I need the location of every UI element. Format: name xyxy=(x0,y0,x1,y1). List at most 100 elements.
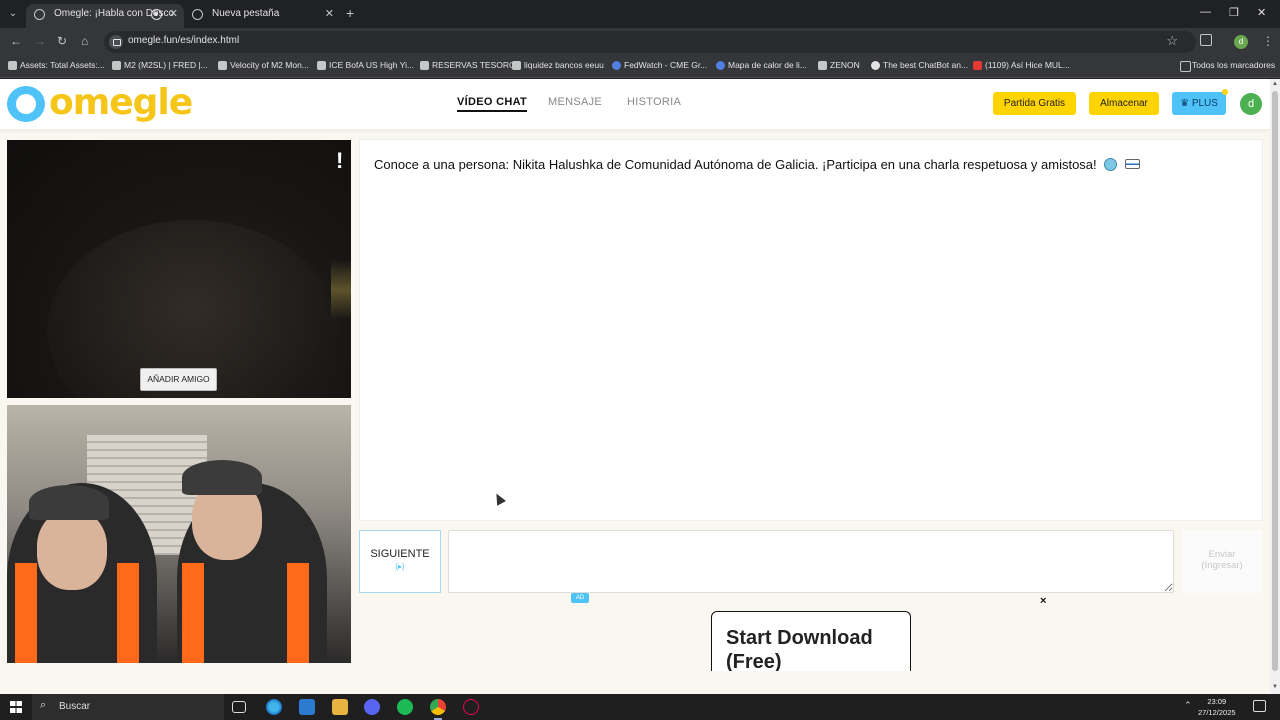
store-icon[interactable] xyxy=(299,699,315,715)
browser-menu-icon[interactable]: ⋮ xyxy=(1262,34,1274,48)
tray-chevron-icon[interactable]: ⌃ xyxy=(1184,700,1192,711)
windows-start-icon[interactable] xyxy=(10,701,22,713)
plus-label: PLUS xyxy=(1191,98,1218,109)
bookmark-item[interactable]: M2 (M2SL) | FRED |... xyxy=(112,60,208,70)
chrome-icon[interactable] xyxy=(430,699,446,720)
close-window-icon[interactable]: ✕ xyxy=(1257,6,1266,19)
remote-video: ! AÑADIR AMIGO xyxy=(7,140,351,398)
local-video xyxy=(7,405,351,663)
user-avatar[interactable]: d xyxy=(1240,93,1262,115)
next-button[interactable]: SIGUIENTE (▸) xyxy=(359,530,441,593)
scroll-up-icon[interactable]: ▲ xyxy=(1272,81,1278,87)
edge-icon[interactable] xyxy=(266,699,282,715)
bookmark-item[interactable]: ICE BofA US High Yi... xyxy=(317,60,414,70)
scroll-down-icon[interactable]: ▼ xyxy=(1272,684,1278,690)
vest-stripe xyxy=(287,563,309,663)
chat-log: Conoce a una persona: Nikita Halushka de… xyxy=(359,139,1263,521)
scroll-thumb[interactable] xyxy=(1272,91,1278,671)
bookmark-item[interactable]: FedWatch - CME Gr... xyxy=(612,60,707,70)
next-shortcut: (▸) xyxy=(395,562,405,571)
system-message-text: Conoce a una persona: Nikita Halushka de… xyxy=(374,157,1097,172)
message-input[interactable] xyxy=(448,530,1174,593)
bookmark-item[interactable]: (1109) Así Hice MUL... xyxy=(973,60,1070,70)
send-hint: (Ingresar) xyxy=(1201,560,1243,571)
bookmark-item[interactable]: liquidez bancos eeuu xyxy=(512,60,604,70)
address-bar[interactable]: omegle.fun/es/index.html ☆ xyxy=(104,31,1196,53)
globe-icon xyxy=(34,9,45,20)
bookmarks-bar: Assets: Total Assets:... M2 (M2SL) | FRE… xyxy=(0,56,1280,78)
nav-video-chat[interactable]: VÍDEO CHAT xyxy=(457,96,528,112)
cap-left xyxy=(29,485,109,520)
ad-banner[interactable]: Start Download (Free) xyxy=(711,611,911,671)
url-text: omegle.fun/es/index.html xyxy=(128,35,240,46)
task-view-icon[interactable] xyxy=(232,701,246,713)
send-button[interactable]: Enviar (Ingresar) xyxy=(1182,530,1262,593)
minimize-icon[interactable]: — xyxy=(1200,6,1211,18)
extensions-icon[interactable] xyxy=(1200,34,1212,46)
bookmark-item[interactable]: Velocity of M2 Mon... xyxy=(218,60,309,70)
ad-headline: Start Download (Free) xyxy=(726,627,873,671)
bookmark-star-icon[interactable]: ☆ xyxy=(1166,33,1178,49)
ad-close-icon[interactable]: × xyxy=(1040,595,1046,607)
restore-icon[interactable]: ❐ xyxy=(1229,6,1239,19)
logo-text: omegle xyxy=(49,82,193,123)
bookmark-item[interactable]: Assets: Total Assets:... xyxy=(8,60,105,70)
globe-emoji-icon xyxy=(1104,158,1118,171)
bookmark-item[interactable]: The best ChatBot an... xyxy=(871,60,968,70)
taskbar-search[interactable]: ⌕ Buscar xyxy=(32,694,224,720)
page-scrollbar[interactable]: ▲ ▼ xyxy=(1270,79,1280,694)
recording-icon xyxy=(151,9,162,20)
bookmark-item[interactable]: RESERVAS TESORO xyxy=(420,60,516,70)
vest-stripe xyxy=(182,563,204,663)
send-label: Enviar xyxy=(1208,549,1236,560)
all-bookmarks-folder[interactable]: Todos los marcadores xyxy=(1180,60,1275,72)
report-button[interactable]: ! xyxy=(336,148,343,174)
next-label: SIGUIENTE xyxy=(370,548,430,560)
tab-search-icon[interactable]: ⌄ xyxy=(4,5,22,23)
taskbar-clock[interactable]: 23:09 27/12/2025 xyxy=(1198,696,1236,718)
vest-stripe xyxy=(117,563,139,663)
browser-profile-avatar[interactable]: d xyxy=(1234,35,1248,49)
site-header: omegle VÍDEO CHAT MENSAJE HISTORIA Parti… xyxy=(0,79,1270,129)
nav-message[interactable]: MENSAJE xyxy=(548,96,602,108)
bookmark-item[interactable]: Mapa de calor de li... xyxy=(716,60,807,70)
discord-icon[interactable] xyxy=(364,699,380,715)
search-icon: ⌕ xyxy=(40,699,47,711)
clock-time: 23:09 xyxy=(1207,697,1227,706)
head-left xyxy=(37,510,107,590)
omegle-page: omegle VÍDEO CHAT MENSAJE HISTORIA Parti… xyxy=(0,79,1270,694)
new-tab-icon[interactable]: + xyxy=(346,5,354,21)
bookmark-item[interactable]: ZENON xyxy=(818,60,860,70)
vest-stripe xyxy=(15,563,37,663)
crown-icon: ♛ xyxy=(1180,98,1192,109)
store-button[interactable]: Almacenar xyxy=(1089,92,1159,115)
back-icon[interactable]: ← xyxy=(10,34,22,48)
browser-tabstrip: ⌄ Omegle: ¡Habla con Desco ✕ Nueva pesta… xyxy=(0,0,1280,28)
close-tab-icon[interactable]: ✕ xyxy=(325,4,334,24)
free-match-button[interactable]: Partida Gratis xyxy=(993,92,1076,115)
add-friend-button[interactable]: AÑADIR AMIGO xyxy=(140,368,217,391)
plus-button[interactable]: ♛ PLUS xyxy=(1172,89,1228,115)
flag-icon xyxy=(1124,159,1140,169)
taskbar: ⌕ Buscar ⌃ 23:09 27/12/2025 xyxy=(0,694,1280,720)
notifications-icon[interactable] xyxy=(1253,700,1266,712)
clock-date: 27/12/2025 xyxy=(1198,708,1236,717)
logo-icon xyxy=(7,86,45,122)
globe-icon xyxy=(192,9,203,20)
tab-new-tab[interactable]: Nueva pestaña ✕ xyxy=(184,4,340,28)
remote-video-light xyxy=(331,260,351,320)
system-message: Conoce a una persona: Nikita Halushka de… xyxy=(374,157,1140,172)
file-explorer-icon[interactable] xyxy=(332,699,348,715)
camera-permission-icon[interactable] xyxy=(109,35,123,49)
close-tab-icon[interactable]: ✕ xyxy=(169,4,178,24)
tab-omegle[interactable]: Omegle: ¡Habla con Desco ✕ xyxy=(26,4,184,28)
notification-dot xyxy=(1222,89,1228,95)
taskbar-search-label: Buscar xyxy=(59,701,91,712)
obs-icon[interactable] xyxy=(463,699,479,715)
nav-history[interactable]: HISTORIA xyxy=(627,96,681,108)
home-icon[interactable]: ⌂ xyxy=(81,34,88,48)
ad-badge: AD xyxy=(571,593,589,603)
forward-icon[interactable]: → xyxy=(34,34,46,48)
reload-icon[interactable]: ↻ xyxy=(57,34,67,48)
spotify-icon[interactable] xyxy=(397,699,413,715)
